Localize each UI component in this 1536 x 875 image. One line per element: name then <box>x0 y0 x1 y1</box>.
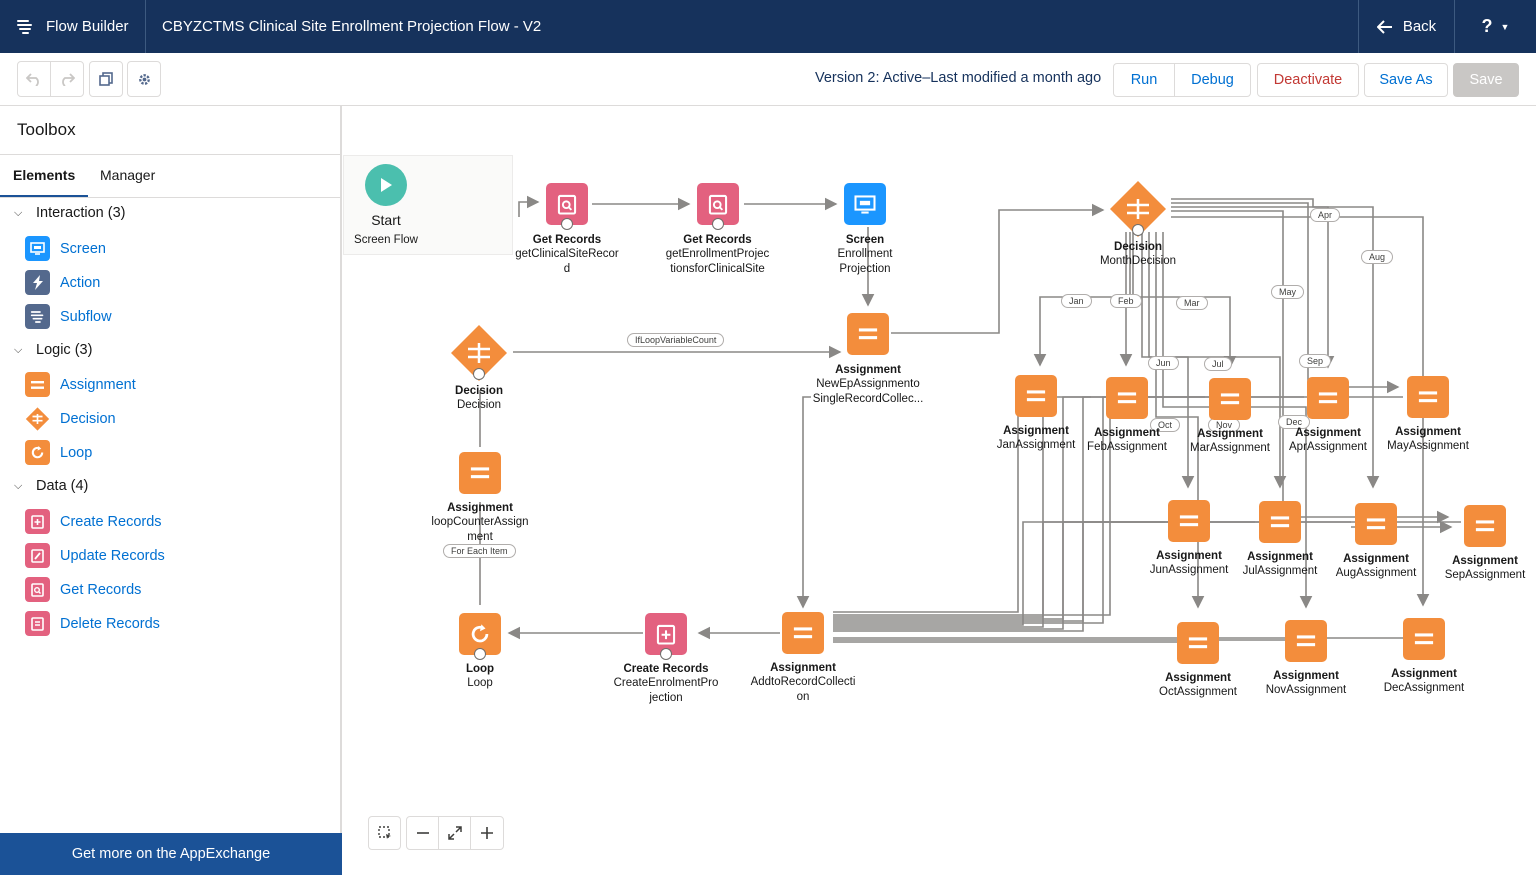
section-data[interactable]: ⌵ Data (4) <box>14 478 88 494</box>
assignment-icon <box>847 313 889 355</box>
assignment-icon <box>1307 377 1349 419</box>
copy-icon <box>99 72 113 86</box>
debug-button[interactable]: Debug <box>1174 63 1251 97</box>
app-header: Flow Builder CBYZCTMS Clinical Site Enro… <box>0 0 1536 53</box>
edge-label: May <box>1271 285 1305 299</box>
edge-label: For Each Item <box>443 544 516 558</box>
appexchange-link[interactable]: Get more on the AppExchange <box>0 833 342 875</box>
tab-elements[interactable]: Elements <box>13 167 75 183</box>
toolbox-title: Toolbox <box>17 120 76 139</box>
fit-to-view-button[interactable] <box>438 816 471 850</box>
chevron-down-icon: ▼ <box>1500 21 1510 32</box>
edge-label: Mar <box>1176 296 1208 310</box>
save-as-button[interactable]: Save As <box>1364 63 1448 97</box>
edge-label: Apr <box>1310 208 1341 222</box>
assignment-icon <box>1259 501 1301 543</box>
assignment-icon <box>1403 618 1445 660</box>
edge-label: Jun <box>1148 356 1179 370</box>
toolbox-item-action[interactable]: Action <box>25 270 100 295</box>
lightning-icon <box>25 270 50 295</box>
chevron-down-icon: ⌵ <box>14 479 23 492</box>
assignment-icon <box>25 372 50 397</box>
app-name: Flow Builder <box>46 18 129 35</box>
delete-records-icon <box>25 611 50 636</box>
assignment-icon <box>1177 622 1219 664</box>
assignment-icon <box>1355 503 1397 545</box>
save-button[interactable]: Save <box>1453 63 1519 97</box>
plus-icon <box>481 827 493 839</box>
run-button[interactable]: Run <box>1113 63 1175 97</box>
settings-button[interactable] <box>127 61 161 97</box>
screen-icon <box>25 236 50 261</box>
section-logic[interactable]: ⌵ Logic (3) <box>14 342 92 358</box>
assignment-icon <box>1209 378 1251 420</box>
subflow-icon <box>25 304 50 329</box>
arrow-left-icon <box>1376 19 1392 34</box>
section-interaction[interactable]: ⌵ Interaction (3) <box>14 205 125 221</box>
tab-manager[interactable]: Manager <box>100 167 155 183</box>
toolbox-item-delete-records[interactable]: Delete Records <box>25 611 160 636</box>
help-icon: ? <box>1481 16 1493 36</box>
edge-label: Jul <box>1204 357 1232 371</box>
select-mode-button[interactable] <box>368 816 401 850</box>
toolbar: Version 2: Active–Last modified a month … <box>0 53 1536 106</box>
edge-label: IfLoopVariableCount <box>627 333 725 347</box>
assignment-icon <box>1464 505 1506 547</box>
play-icon <box>365 164 407 206</box>
get-records-icon <box>25 577 50 602</box>
marquee-select-icon <box>377 826 391 839</box>
assignment-icon <box>1285 620 1327 662</box>
connector-lines <box>479 195 1461 643</box>
toolbox-item-decision[interactable]: Decision <box>25 406 116 431</box>
chevron-down-icon: ⌵ <box>14 343 23 356</box>
decision-icon <box>25 406 50 431</box>
assignment-icon <box>1106 377 1148 419</box>
assignment-icon <box>1015 375 1057 417</box>
help-menu-button[interactable]: ? ▼ <box>1454 0 1536 53</box>
update-records-icon <box>25 543 50 568</box>
edge-label: Aug <box>1361 250 1394 264</box>
toolbox-item-assignment[interactable]: Assignment <box>25 372 136 397</box>
toolbox-item-screen[interactable]: Screen <box>25 236 106 261</box>
minus-icon <box>416 832 429 834</box>
create-records-icon <box>25 509 50 534</box>
redo-button[interactable] <box>50 61 84 97</box>
edge-label: Jan <box>1061 294 1092 308</box>
assignment-icon <box>459 452 501 494</box>
undo-icon <box>26 73 39 86</box>
toolbox-item-create-records[interactable]: Create Records <box>25 509 162 534</box>
chevron-down-icon: ⌵ <box>14 206 23 219</box>
undo-button[interactable] <box>17 61 51 97</box>
version-status: Version 2: Active–Last modified a month … <box>815 70 1102 86</box>
toolbox-item-loop[interactable]: Loop <box>25 440 92 465</box>
toolbox-item-get-records[interactable]: Get Records <box>25 577 141 602</box>
assignment-icon <box>782 612 824 654</box>
assignment-icon <box>1168 500 1210 542</box>
zoom-in-button[interactable] <box>470 816 504 850</box>
toolbox-panel: Toolbox Elements Manager ⌵ Interaction (… <box>0 106 342 875</box>
flow-canvas[interactable]: IfLoopVariableCount For Each Item Jan Fe… <box>343 107 1536 875</box>
edge-label: Feb <box>1110 294 1142 308</box>
zoom-out-button[interactable] <box>406 816 439 850</box>
start-node[interactable]: Start Screen Flow <box>343 155 513 255</box>
app-launcher[interactable]: Flow Builder <box>0 0 146 53</box>
flow-title: CBYZCTMS Clinical Site Enrollment Projec… <box>162 18 542 35</box>
flow-icon <box>17 19 32 34</box>
redo-icon <box>62 73 75 86</box>
copy-button[interactable] <box>89 61 123 97</box>
toolbox-item-subflow[interactable]: Subflow <box>25 304 112 329</box>
back-button[interactable]: Back <box>1358 0 1454 53</box>
expand-icon <box>447 826 462 840</box>
gear-icon <box>138 73 150 85</box>
toolbox-item-update-records[interactable]: Update Records <box>25 543 165 568</box>
loop-icon <box>25 440 50 465</box>
assignment-icon <box>1407 376 1449 418</box>
screen-icon <box>844 183 886 225</box>
edge-label: Sep <box>1299 354 1332 368</box>
deactivate-button[interactable]: Deactivate <box>1257 63 1359 97</box>
